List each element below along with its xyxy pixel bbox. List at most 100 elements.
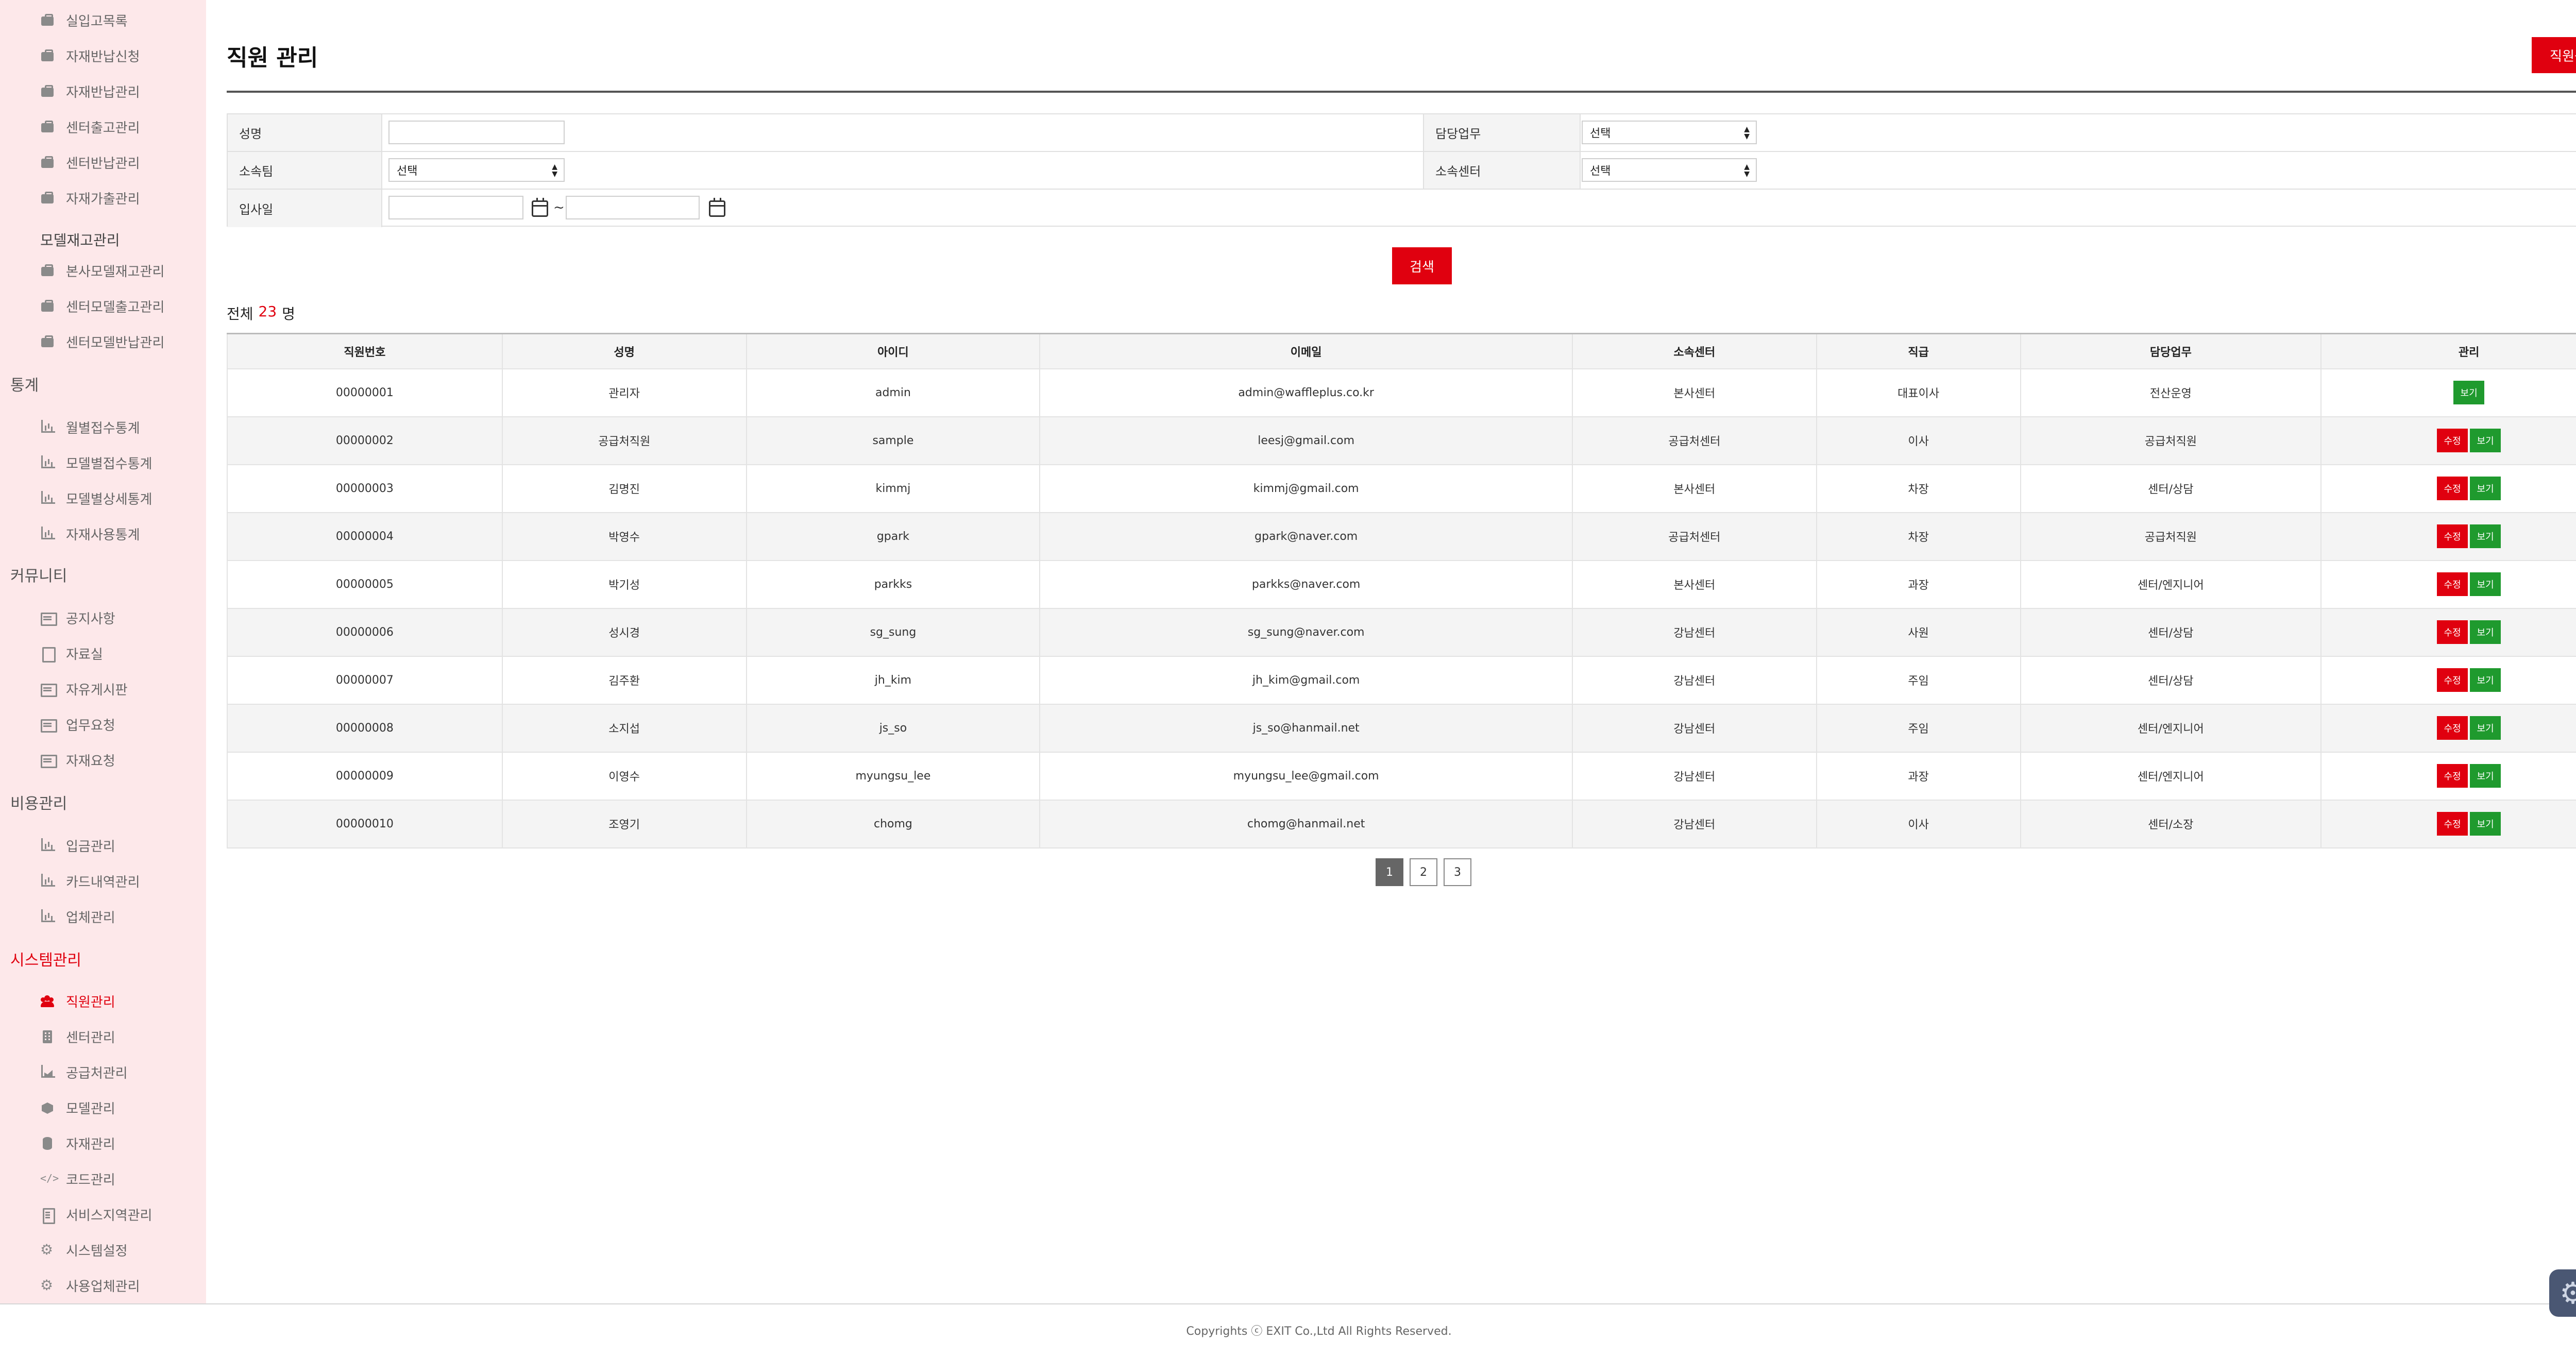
view-button[interactable]: 보기 xyxy=(2453,381,2485,404)
settings-fab-button[interactable]: ⚙ xyxy=(2549,1269,2576,1317)
cell-id: gpark xyxy=(745,512,1041,561)
edit-button[interactable]: 수정 xyxy=(2437,764,2468,788)
sidebar-section-heading[interactable]: 시스템관리 xyxy=(10,946,81,972)
sidebar-item[interactable]: 모델별상세통계 xyxy=(40,485,152,511)
search-button[interactable]: 검색 xyxy=(1392,247,1452,284)
cell-name: 소지섭 xyxy=(501,703,747,753)
sidebar-item[interactable]: 자유게시판 xyxy=(40,676,128,702)
calendar-icon[interactable] xyxy=(532,198,548,217)
sidebar-item[interactable]: 실입고목록 xyxy=(40,7,128,33)
sidebar-item[interactable]: 카드내역관리 xyxy=(40,868,140,894)
sidebar-item[interactable]: 공지사항 xyxy=(40,605,115,631)
cell-actions: 보기 xyxy=(2320,368,2576,417)
chart-icon xyxy=(40,874,55,888)
sidebar-section-heading[interactable]: 커뮤니티 xyxy=(10,562,67,587)
calendar-icon[interactable] xyxy=(709,198,725,217)
sidebar-item[interactable]: 센터모델출고관리 xyxy=(40,293,164,319)
sidebar-item[interactable]: 입금관리 xyxy=(40,833,115,858)
sidebar: 실입고목록 자재반납신청 자재반납관리 센터출고관리 센터반납관리 자재가출관리 모델재고관… xyxy=(0,0,206,1303)
edit-button[interactable]: 수정 xyxy=(2437,812,2468,836)
chart-icon xyxy=(40,527,55,540)
edit-button[interactable]: 수정 xyxy=(2437,477,2468,500)
column-header: 직급 xyxy=(1816,333,2021,369)
cell-duty: 센터/상담 xyxy=(2020,655,2322,705)
duty-label: 담당업무 xyxy=(1423,114,1581,151)
sidebar-item[interactable]: 직원관리 xyxy=(40,988,115,1014)
cell-name: 박영수 xyxy=(501,512,747,561)
view-button[interactable]: 보기 xyxy=(2470,524,2501,548)
sidebar-item[interactable]: 센터출고관리 xyxy=(40,114,140,140)
sidebar-item[interactable]: 코드관리 xyxy=(40,1166,115,1192)
sidebar-item[interactable]: 자재사용통계 xyxy=(40,521,140,547)
name-input[interactable] xyxy=(388,121,565,144)
cell-duty: 센터/상담 xyxy=(2020,464,2322,513)
sidebar-item[interactable]: 서비스지역관리 xyxy=(40,1201,152,1227)
center-select[interactable]: 선택 ▲ ▼ xyxy=(1582,158,1757,182)
edit-button[interactable]: 수정 xyxy=(2437,572,2468,596)
edit-button[interactable]: 수정 xyxy=(2437,620,2468,644)
edit-button[interactable]: 수정 xyxy=(2437,524,2468,548)
cell-actions: 수정 보기 xyxy=(2320,703,2576,753)
join-date-to-input[interactable] xyxy=(566,196,700,219)
view-button[interactable]: 보기 xyxy=(2470,620,2501,644)
cell-no: 00000004 xyxy=(227,512,503,561)
page-button[interactable]: 1 xyxy=(1376,858,1403,886)
edit-button[interactable]: 수정 xyxy=(2437,429,2468,452)
sidebar-item[interactable]: 본사모델재고관리 xyxy=(40,258,164,283)
cell-name: 이영수 xyxy=(501,751,747,801)
cell-id: js_so xyxy=(745,703,1041,753)
cell-name: 김주환 xyxy=(501,655,747,705)
view-button[interactable]: 보기 xyxy=(2470,812,2501,836)
view-button[interactable]: 보기 xyxy=(2470,764,2501,788)
page-button[interactable]: 2 xyxy=(1410,858,1437,886)
table-row: 00000008 소지섭 js_so js_so@hanmail.net 강남센터 주임 센… xyxy=(227,703,2576,753)
sidebar-item-label: 공지사항 xyxy=(66,611,115,627)
view-button[interactable]: 보기 xyxy=(2470,477,2501,500)
sidebar-item[interactable]: 업무요청 xyxy=(40,711,115,737)
cell-id: myungsu_lee xyxy=(745,751,1041,801)
duty-select[interactable]: 선택 ▲ ▼ xyxy=(1582,121,1757,144)
chart-icon xyxy=(40,455,55,469)
sidebar-item-label: 사용업체관리 xyxy=(66,1279,140,1295)
view-button[interactable]: 보기 xyxy=(2470,716,2501,740)
view-button[interactable]: 보기 xyxy=(2470,572,2501,596)
sidebar-item[interactable]: 업체관리 xyxy=(40,904,115,929)
sidebar-item[interactable]: 모델관리 xyxy=(40,1095,115,1121)
team-select[interactable]: 선택 ▲ ▼ xyxy=(388,158,565,182)
sidebar-item[interactable]: 자재요청 xyxy=(40,747,115,773)
register-employee-button[interactable]: 직원등록 xyxy=(2532,37,2576,73)
sidebar-item[interactable]: 사용업체관리 xyxy=(40,1272,140,1298)
sidebar-item-label: 센터모델반납관리 xyxy=(66,335,165,351)
view-button[interactable]: 보기 xyxy=(2470,429,2501,452)
cell-name: 성시경 xyxy=(501,607,747,657)
table-header-row: 직원번호 성명 아이디 이메일 소속센터 직급 담당업무 관리 xyxy=(227,333,2576,369)
sidebar-item[interactable]: 공급처관리 xyxy=(40,1059,128,1085)
sidebar-item-label: 시스템설정 xyxy=(66,1243,128,1259)
cell-rank: 주임 xyxy=(1816,655,2021,705)
briefcase-icon xyxy=(40,335,55,348)
sidebar-item[interactable]: 시스템설정 xyxy=(40,1237,128,1263)
join-date-from-input[interactable] xyxy=(388,196,523,219)
cell-no: 00000002 xyxy=(227,416,503,465)
sidebar-item[interactable]: 월별접수통계 xyxy=(40,414,140,440)
sidebar-section-heading[interactable]: 비용관리 xyxy=(10,789,67,815)
sidebar-section-heading[interactable]: 통계 xyxy=(10,371,39,397)
title-divider xyxy=(227,91,2576,93)
board-icon xyxy=(40,611,57,626)
sidebar-item[interactable]: 자재가출관리 xyxy=(40,185,140,211)
sidebar-item-label: 입금관리 xyxy=(66,839,115,855)
sidebar-item[interactable]: 센터반납관리 xyxy=(40,149,140,175)
page-title: 직원 관리 xyxy=(227,45,318,71)
sidebar-item[interactable]: 센터관리 xyxy=(40,1024,115,1049)
sidebar-item[interactable]: 모델별접수통계 xyxy=(40,450,152,476)
sidebar-item[interactable]: 센터모델반납관리 xyxy=(40,329,164,354)
sidebar-item[interactable]: 자재관리 xyxy=(40,1130,115,1156)
edit-button[interactable]: 수정 xyxy=(2437,668,2468,692)
sidebar-item[interactable]: 자료실 xyxy=(40,640,103,666)
page-button[interactable]: 3 xyxy=(1444,858,1471,886)
sidebar-item[interactable]: 자재반납관리 xyxy=(40,78,140,104)
table-row: 00000009 이영수 myungsu_lee myungsu_lee@gmail.… xyxy=(227,751,2576,801)
sidebar-item[interactable]: 자재반납신청 xyxy=(40,43,140,69)
view-button[interactable]: 보기 xyxy=(2470,668,2501,692)
edit-button[interactable]: 수정 xyxy=(2437,716,2468,740)
